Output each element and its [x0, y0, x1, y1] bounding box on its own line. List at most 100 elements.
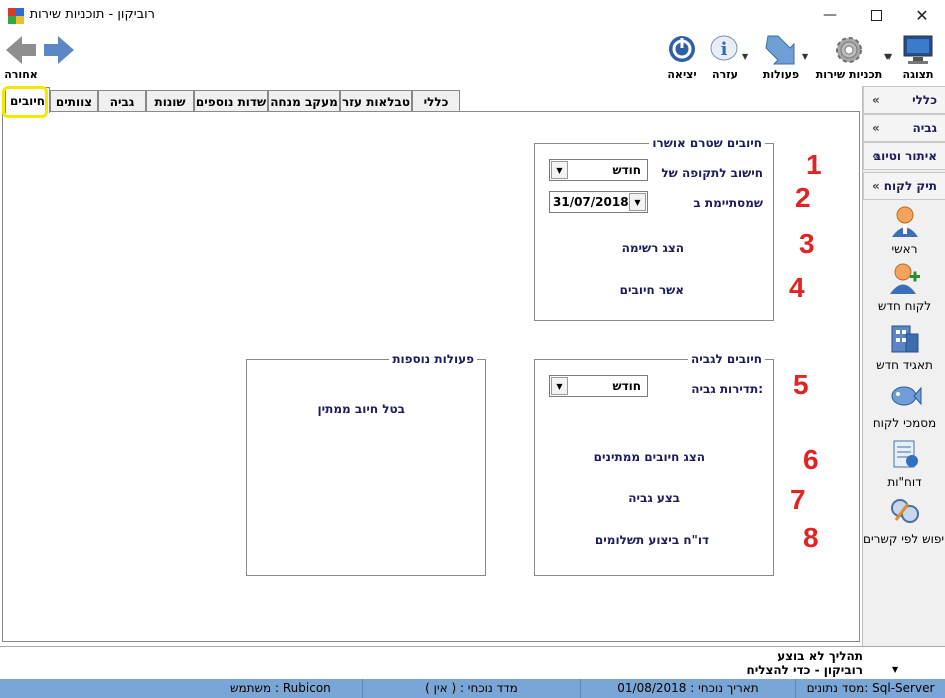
- display-button[interactable]: ▼ תצוגה: [884, 32, 942, 84]
- chevron-down-icon[interactable]: ▼: [551, 161, 568, 179]
- annotation-number: 3: [799, 228, 815, 259]
- title-bar: רוביקון - תוכניות שירות — ✕: [0, 0, 945, 30]
- frequency-label: תדירות גביה:: [691, 382, 763, 396]
- chevron-down-icon: ▼: [884, 52, 891, 61]
- calc-period-label: חישוב לתקופה של: [661, 166, 763, 180]
- ending-date-picker[interactable]: 31/07/2018 ▼: [549, 191, 648, 213]
- status-index: מדד נוכחי : ( אין ): [362, 679, 580, 698]
- tab-general[interactable]: כללי: [412, 90, 460, 112]
- sidebar-item-label: חיפוש לפי קשרים: [863, 532, 945, 546]
- help-button[interactable]: i ▼ עזרה: [702, 32, 748, 84]
- calc-period-value: חודש: [612, 163, 641, 177]
- sidebar-item-label: תאגיד חדש: [876, 358, 933, 372]
- report-icon: [893, 440, 918, 468]
- status-db: מסד נתונים: Sql-Server: [795, 679, 945, 698]
- annotation-number: 5: [793, 369, 809, 400]
- monitor-icon: [903, 35, 933, 64]
- collection-group-title: חיובים לגביה: [688, 352, 765, 366]
- status-user: משתמש : Rubicon: [230, 681, 331, 695]
- frequency-select[interactable]: חודש ▼: [549, 375, 648, 397]
- ending-date-label: שמסתיימת ב: [693, 196, 763, 210]
- forward-button[interactable]: [40, 32, 78, 84]
- svg-text:i: i: [721, 39, 728, 60]
- tab-charges[interactable]: חיובים: [5, 87, 50, 113]
- tab-teams[interactable]: צוותים: [50, 90, 98, 112]
- link-search-icon: [890, 499, 919, 523]
- chevron-down-icon[interactable]: ▼: [892, 665, 898, 674]
- display-label: תצוגה: [902, 68, 934, 81]
- sidebar-item-reports[interactable]: דוח"ות: [863, 435, 945, 495]
- sidebar-header-label: כללי: [912, 93, 937, 107]
- payment-report-link[interactable]: דו"ח ביצוע תשלומים: [595, 533, 709, 547]
- arrow-right-icon: [44, 36, 74, 64]
- chevron-down-icon[interactable]: ▼: [551, 377, 568, 395]
- sidebar-item-label: מסמכי לקוח: [872, 416, 937, 430]
- back-label: אחורה: [4, 68, 38, 81]
- sidebar-item-new-corporation[interactable]: תאגיד חדש: [863, 318, 945, 378]
- close-button[interactable]: ✕: [899, 0, 945, 30]
- sidebar-header-collection[interactable]: « גביה: [863, 114, 945, 142]
- tab-extra-fields[interactable]: שדות נוספים: [194, 90, 268, 112]
- annotation-number: 6: [803, 444, 819, 475]
- status-date: תאריך נוכחי : 01/08/2018: [580, 679, 795, 698]
- tab-helper-tables[interactable]: טבלאות עזר: [340, 90, 412, 112]
- tab-bar: חיובים צוותים גביה שונות שדות נוספים מעק…: [0, 86, 860, 113]
- arrow-left-icon: [6, 36, 36, 64]
- sidebar-header-search[interactable]: « איתור וטיוב: [863, 142, 945, 170]
- sidebar: « כללי « גביה « איתור וטיוב « תיק לקוח ר…: [862, 86, 945, 646]
- minimize-button[interactable]: —: [807, 0, 853, 30]
- charges-group: חיובים שטרם אושרו חישוב לתקופה של חודש ▼…: [534, 136, 774, 321]
- maximize-icon: [870, 9, 882, 21]
- building-icon: [891, 325, 918, 353]
- approve-charges-link[interactable]: אשר חיובים: [620, 283, 684, 297]
- tab-misc[interactable]: שונות: [146, 90, 194, 112]
- calc-period-select[interactable]: חודש ▼: [549, 159, 648, 181]
- sidebar-header-client-file[interactable]: « תיק לקוח: [863, 172, 945, 200]
- maximize-button[interactable]: [853, 0, 899, 30]
- cancel-pending-link[interactable]: בטל חיוב ממתין: [317, 402, 405, 416]
- sidebar-item-client-documents[interactable]: מסמכי לקוח: [863, 376, 945, 436]
- message-line: תהליך לא בוצע: [777, 649, 863, 663]
- minimize-icon: —: [823, 7, 837, 23]
- message-area: תהליך לא בוצע רוביקון - כדי להצליח ▼: [0, 646, 945, 679]
- help-label: עזרה: [712, 68, 738, 81]
- sidebar-item-label: לקוח חדש: [877, 299, 932, 313]
- service-plans-button[interactable]: ▼ תכניות שירות: [814, 32, 892, 84]
- extra-actions-title: פעולות נוספות: [389, 352, 477, 366]
- annotation-number: 7: [790, 484, 806, 515]
- add-person-icon: [889, 263, 920, 294]
- arrow-down-icon: [765, 35, 795, 65]
- main-panel: חיובים שטרם אושרו חישוב לתקופה של חודש ▼…: [2, 111, 860, 642]
- run-collection-link[interactable]: בצע גביה: [628, 491, 680, 505]
- sidebar-item-main[interactable]: ראשי: [863, 202, 945, 262]
- annotation-number: 4: [789, 272, 805, 303]
- sidebar-item-label: ראשי: [891, 242, 918, 256]
- message-line: רוביקון - כדי להצליח: [746, 663, 863, 677]
- sidebar-item-new-client[interactable]: לקוח חדש: [863, 259, 945, 319]
- show-list-link[interactable]: הצג רשימה: [622, 241, 684, 255]
- info-icon: i: [710, 35, 738, 61]
- annotation-number: 1: [806, 149, 822, 180]
- gear-icon: [836, 37, 862, 63]
- chevron-down-icon: ▼: [742, 52, 749, 61]
- show-pending-link[interactable]: הצג חיובים ממתינים: [594, 450, 705, 464]
- app-icon: [8, 8, 24, 24]
- power-icon: [669, 36, 695, 62]
- actions-label: פעולות: [762, 68, 800, 81]
- exit-label: יציאה: [667, 68, 697, 81]
- chevron-down-icon[interactable]: ▼: [629, 193, 646, 211]
- back-button[interactable]: אחורה: [2, 32, 40, 84]
- charges-group-title: חיובים שטרם אושרו: [649, 136, 765, 150]
- service-plans-label: תכניות שירות: [815, 68, 883, 81]
- chevron-down-icon: ▼: [802, 52, 809, 61]
- sidebar-header-general[interactable]: « כללי: [863, 86, 945, 114]
- fish-icon: [891, 386, 921, 406]
- exit-button[interactable]: יציאה: [662, 32, 702, 84]
- sidebar-header-label: איתור וטיוב: [873, 149, 937, 163]
- double-chevron-icon: «: [872, 93, 880, 107]
- actions-button[interactable]: ▼ פעולות: [752, 32, 810, 84]
- ending-date-value: 31/07/2018: [553, 195, 629, 209]
- tab-mentor-tracking[interactable]: מעקב מנחה: [268, 90, 340, 112]
- sidebar-item-relation-search[interactable]: חיפוש לפי קשרים: [863, 492, 945, 552]
- tab-collection[interactable]: גביה: [98, 90, 146, 112]
